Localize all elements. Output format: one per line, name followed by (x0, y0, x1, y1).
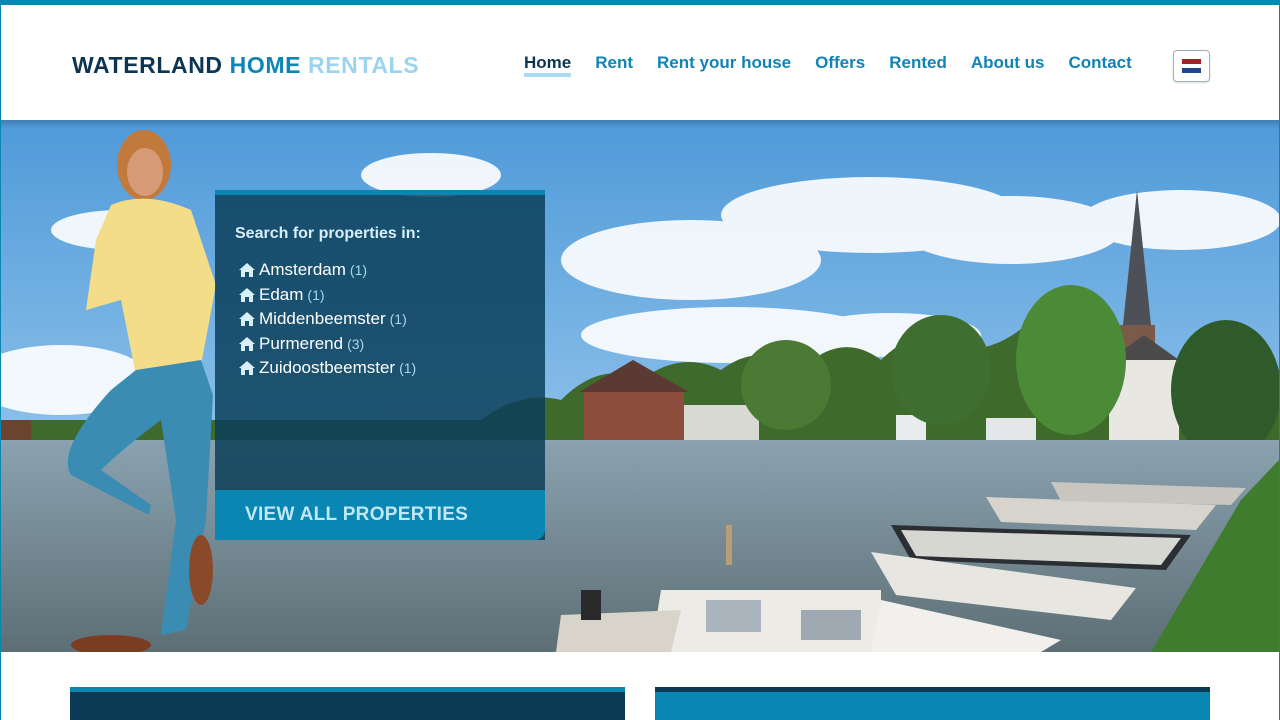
location-count: (1) (389, 311, 407, 328)
nav-item-home[interactable]: Home (524, 53, 572, 77)
location-count: (1) (349, 262, 368, 279)
search-panel-title: Search for properties in: (235, 225, 421, 242)
logo-word-1: WATERLAND (72, 52, 223, 78)
language-switch-button[interactable] (1173, 50, 1210, 82)
nav-item-rent[interactable]: Rent (595, 53, 633, 77)
location-name: Zuidoostbeemster (259, 358, 396, 378)
hero-banner (1, 120, 1279, 652)
page-frame-left (0, 5, 1, 720)
nav-item-rent-your-house[interactable]: Rent your house (657, 53, 791, 77)
location-amsterdam[interactable]: Amsterdam (1) (239, 258, 416, 283)
location-count: (1) (399, 360, 417, 377)
site-logo[interactable]: WATERLAND HOME RENTALS (72, 52, 419, 79)
property-search-panel: Search for properties in: Amsterdam (1) … (215, 190, 545, 540)
location-edam[interactable]: Edam (1) (239, 283, 416, 308)
nav-item-offers[interactable]: Offers (815, 53, 865, 77)
home-icon (239, 336, 255, 351)
header-shadow (0, 120, 1280, 128)
location-list: Amsterdam (1) Edam (1) Middenbeemster (1… (239, 258, 416, 381)
home-icon (239, 287, 255, 302)
content-box-right (655, 687, 1210, 720)
site-header: WATERLAND HOME RENTALS Home Rent Rent yo… (0, 5, 1280, 120)
hero-landscape-image (1, 120, 1279, 652)
content-box-left (70, 687, 625, 720)
home-icon (239, 263, 255, 278)
nav-item-about-us[interactable]: About us (971, 53, 1045, 77)
home-icon (239, 312, 255, 327)
logo-word-2: HOME (229, 52, 302, 78)
location-name: Purmerend (259, 333, 344, 353)
location-middenbeemster[interactable]: Middenbeemster (1) (239, 307, 416, 332)
home-icon (239, 361, 255, 376)
location-count: (3) (347, 335, 365, 352)
location-name: Amsterdam (259, 260, 346, 280)
main-navigation: Home Rent Rent your house Offers Rented … (524, 53, 1156, 77)
view-all-properties-button[interactable]: VIEW ALL PROPERTIES (215, 490, 545, 540)
location-zuidoostbeemster[interactable]: Zuidoostbeemster (1) (239, 356, 416, 381)
location-name: Edam (259, 284, 304, 304)
nav-item-rented[interactable]: Rented (889, 53, 947, 77)
netherlands-flag-icon (1182, 59, 1201, 73)
nav-item-contact[interactable]: Contact (1069, 53, 1132, 77)
location-purmerend[interactable]: Purmerend (3) (239, 332, 416, 357)
location-count: (1) (307, 286, 325, 303)
location-name: Middenbeemster (259, 309, 386, 329)
logo-word-3: RENTALS (308, 52, 420, 78)
